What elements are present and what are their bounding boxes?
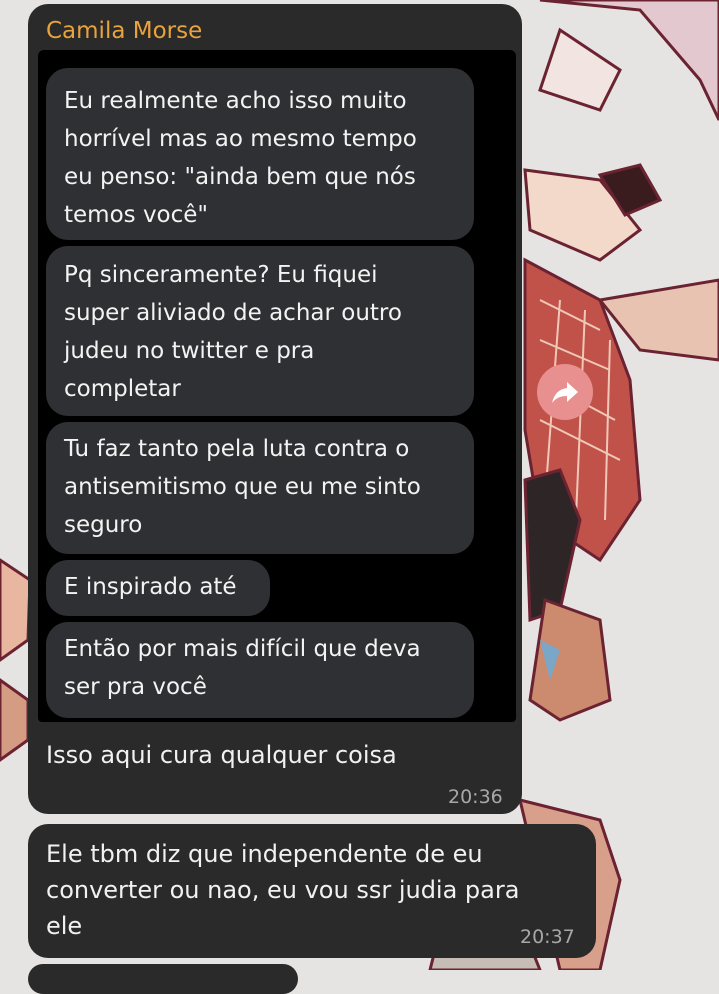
message-text: Isso aqui cura qualquer coisa <box>46 741 397 769</box>
screenshot-message: Pq sinceramente? Eu fiquei super aliviad… <box>46 246 474 416</box>
screenshot-message: E inspirado até <box>46 560 270 616</box>
screenshot-message-text: Eu realmente acho isso muito horrível ma… <box>64 88 417 228</box>
screenshot-message: Então por mais difícil que deva ser pra … <box>46 622 474 718</box>
message-time: 20:36 <box>448 786 503 808</box>
forward-button[interactable] <box>537 364 593 420</box>
forwarded-message-bubble[interactable]: Camila Morse Eu realmente acho isso muit… <box>28 4 522 814</box>
screenshot-message-text: Tu faz tanto pela luta contra o antisemi… <box>64 436 421 538</box>
message-time: 20:37 <box>520 926 575 948</box>
message-bubble-partial[interactable] <box>28 964 298 994</box>
message-text: Ele tbm diz que independente de eu conve… <box>46 840 520 940</box>
share-arrow-icon <box>552 382 578 403</box>
screenshot-message: Eu realmente acho isso muito horrível ma… <box>46 68 474 240</box>
screenshot-message-text: E inspirado até <box>64 574 237 600</box>
sender-name[interactable]: Camila Morse <box>46 18 202 44</box>
screenshot-message-text: Então por mais difícil que deva ser pra … <box>64 636 421 700</box>
message-bubble[interactable]: Ele tbm diz que independente de eu conve… <box>28 824 596 958</box>
screenshot-message-text: Pq sinceramente? Eu fiquei super aliviad… <box>64 262 402 402</box>
screenshot-message: Tu faz tanto pela luta contra o antisemi… <box>46 422 474 554</box>
forwarded-screenshot[interactable]: Eu realmente acho isso muito horrível ma… <box>38 50 516 722</box>
